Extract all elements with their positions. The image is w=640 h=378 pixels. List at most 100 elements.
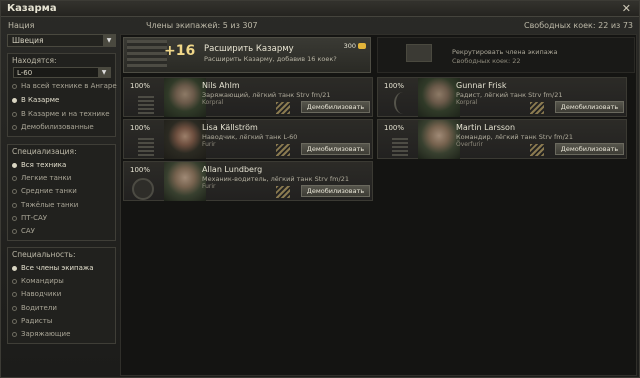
window-title: Казарма [7, 3, 57, 14]
location-option-barracks[interactable]: В Казарме [12, 96, 59, 104]
crew-count: Члены экипажей: 5 из 307 [146, 21, 258, 30]
close-icon[interactable]: ✕ [622, 2, 631, 15]
crew-role: Командир, лёгкий танк Strv fm/21 [456, 133, 574, 141]
bunks-plus-count: +16 [164, 43, 196, 59]
expand-subtitle: Расширить Казарму, добавив 16 коек? [204, 55, 337, 63]
rank-insignia-icon [530, 144, 544, 156]
specialization-filter-panel: Специализация: Вся техника Легкие танки … [7, 144, 116, 241]
radio-icon [12, 124, 17, 130]
radio-icon [12, 228, 17, 234]
location-title: Находятся: [12, 56, 57, 65]
radio-selected-icon [12, 265, 17, 271]
radio-icon [12, 175, 17, 181]
crew-name: Martin Larsson [456, 123, 516, 132]
radio-icon [12, 111, 17, 117]
bunk-bed-icon [406, 44, 432, 62]
crew-portrait [164, 120, 206, 159]
crew-name: Allan Lundberg [202, 165, 263, 174]
radio-operator-role-icon [394, 92, 412, 114]
location-option-barracks-and-vehicles[interactable]: В Казарме и на технике [12, 110, 110, 118]
nation-label: Нация [8, 21, 35, 30]
spec-option-heavy[interactable]: Тяжёлые танки [12, 201, 78, 209]
crew-skill-percent: 100% [130, 124, 151, 132]
crew-rank: Överfurir [456, 141, 483, 148]
chevron-down-icon[interactable]: ▼ [98, 68, 110, 77]
free-bunks-count: Свободных коек: 22 из 73 [524, 21, 633, 30]
spec-option-all[interactable]: Вся техника [12, 161, 66, 169]
nation-value: Швеция [12, 36, 44, 45]
crew-list-area: +16 Расширить Казарму Расширить Казарму,… [120, 34, 637, 376]
role-option-all[interactable]: Все члены экипажа [12, 264, 94, 272]
specialty-filter-panel: Специальность: Все члены экипажа Команди… [7, 247, 116, 344]
radio-icon [12, 305, 17, 311]
rank-insignia-icon [530, 102, 544, 114]
spec-option-light[interactable]: Легкие танки [12, 174, 71, 182]
radio-icon [12, 215, 17, 221]
location-option-demobilized[interactable]: Демобилизованные [12, 123, 94, 131]
expand-title: Расширить Казарму [204, 44, 294, 54]
crew-rank: Korpral [202, 99, 224, 106]
crew-card-nils-ahlm[interactable]: 100% Nils Ahlm Заряжающий, лёгкий танк S… [123, 77, 373, 117]
recruit-crew-card[interactable]: Рекрутировать члена экипажа Свободных ко… [377, 37, 635, 73]
demobilize-button[interactable]: Демобилизовать [301, 101, 370, 113]
crew-name: Lisa Källström [202, 123, 258, 132]
specialization-title: Специализация: [12, 147, 77, 156]
barracks-window: Казарма ✕ Нация Члены экипажей: 5 из 307… [0, 0, 640, 378]
nation-dropdown[interactable]: Швеция ▼ [7, 34, 116, 47]
crew-portrait [418, 120, 460, 159]
radio-icon [12, 331, 17, 337]
rank-insignia-icon [276, 186, 290, 198]
location-option-all-hangar[interactable]: На всей технике в Ангаре [12, 82, 117, 90]
role-option-commanders[interactable]: Командиры [12, 277, 64, 285]
radio-selected-icon [12, 97, 17, 103]
radio-icon [12, 83, 17, 89]
crew-skill-percent: 100% [384, 82, 405, 90]
demobilize-button[interactable]: Демобилизовать [555, 143, 624, 155]
crew-skill-percent: 100% [130, 166, 151, 174]
crew-skill-percent: 100% [384, 124, 405, 132]
demobilize-button[interactable]: Демобилизовать [301, 185, 370, 197]
recruit-subtitle: Свободных коек: 22 [452, 57, 521, 65]
crew-rank: Furir [202, 141, 216, 148]
rank-insignia-icon [276, 144, 290, 156]
chevron-down-icon[interactable]: ▼ [103, 35, 115, 46]
crew-portrait [418, 78, 460, 117]
crew-card-martin-larsson[interactable]: 100% Martin Larsson Командир, лёгкий тан… [377, 119, 627, 159]
crew-skill-percent: 100% [130, 82, 151, 90]
role-option-gunners[interactable]: Наводчики [12, 290, 61, 298]
spec-option-td[interactable]: ПТ-САУ [12, 214, 47, 222]
crew-name: Gunnar Frisk [456, 81, 507, 90]
role-option-drivers[interactable]: Водители [12, 304, 57, 312]
demobilize-button[interactable]: Демобилизовать [555, 101, 624, 113]
spec-option-spg[interactable]: САУ [12, 227, 35, 235]
role-option-radio-operators[interactable]: Радисты [12, 317, 52, 325]
spec-option-medium[interactable]: Средние танки [12, 187, 77, 195]
vehicle-dropdown[interactable]: L-60 ▼ [13, 67, 111, 78]
crew-card-allan-lundberg[interactable]: 100% Allan Lundberg Механик-водитель, лё… [123, 161, 373, 201]
vehicle-value: L-60 [17, 69, 33, 77]
driver-role-icon [132, 178, 154, 200]
crew-rank: Furir [202, 183, 216, 190]
radio-selected-icon [12, 162, 17, 168]
bunks-icon [127, 40, 167, 70]
loader-role-icon [138, 96, 154, 114]
commander-role-icon [392, 138, 408, 156]
expand-barracks-card[interactable]: +16 Расширить Казарму Расширить Казарму,… [123, 37, 371, 73]
role-option-loaders[interactable]: Заряжающие [12, 330, 70, 338]
crew-card-gunnar-frisk[interactable]: 100% Gunnar Frisk Радист, лёгкий танк St… [377, 77, 627, 117]
crew-portrait [164, 78, 206, 117]
demobilize-button[interactable]: Демобилизовать [301, 143, 370, 155]
recruit-title: Рекрутировать члена экипажа [452, 48, 558, 56]
crew-portrait [164, 162, 206, 201]
crew-card-lisa-kallstrom[interactable]: 100% Lisa Källström Наводчик, лёгкий тан… [123, 119, 373, 159]
location-filter-panel: Находятся: L-60 ▼ На всей технике в Анга… [7, 53, 117, 137]
crew-role: Механик-водитель, лёгкий танк Strv fm/21 [202, 175, 349, 183]
radio-icon [12, 291, 17, 297]
expand-price: 300 [343, 42, 356, 50]
crew-role: Заряжающий, лёгкий танк Strv fm/21 [202, 91, 331, 99]
crew-role: Радист, лёгкий танк Strv fm/21 [456, 91, 563, 99]
title-bar: Казарма ✕ [1, 1, 639, 17]
radio-icon [12, 278, 17, 284]
crew-role: Наводчик, лёгкий танк L-60 [202, 133, 298, 141]
gunner-role-icon [138, 138, 154, 156]
